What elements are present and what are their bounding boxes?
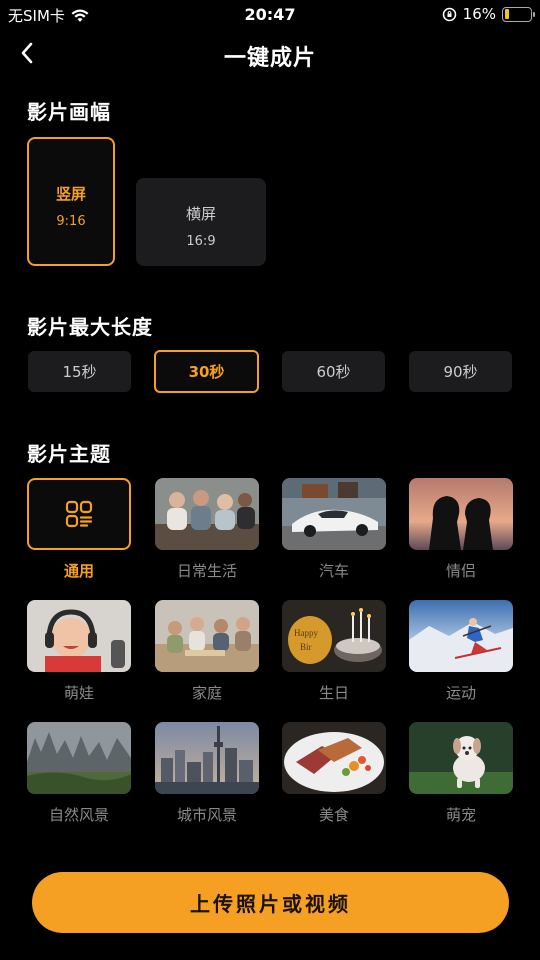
theme-label: 生日 [318,684,349,702]
svg-text:Happy: Happy [294,628,318,638]
theme-label: 家庭 [191,684,222,702]
template-grid-icon [65,500,93,528]
svg-text:Bir: Bir [300,642,312,652]
theme-thumb-birthday: Happy Bir [282,600,386,672]
theme-thumb-pets [409,722,513,794]
aspect-label: 横屏 [185,205,216,223]
theme-label: 萌娃 [63,684,94,702]
theme-section-title: 影片主题 [27,442,111,466]
aspect-ratio: 16:9 [186,234,216,249]
theme-thumb [27,478,131,550]
theme-thumb-car [282,478,386,550]
duration-option-90[interactable]: 90秒 [409,351,512,392]
duration-option-30[interactable]: 30秒 [154,350,259,393]
aspect-label: 竖屏 [55,185,86,203]
theme-thumb-city [155,722,259,794]
battery-icon [502,6,535,22]
theme-sports[interactable]: 运动 [409,600,513,703]
nav-bar: 一键成片 [0,30,540,76]
aspect-ratio: 9:16 [56,214,86,229]
theme-family[interactable]: 家庭 [155,600,259,703]
theme-couple[interactable]: 情侣 [409,478,513,581]
duration-section-title: 影片最大长度 [27,315,153,339]
aspect-section-title: 影片画幅 [27,100,111,124]
aspect-option-portrait[interactable]: 竖屏 9:16 [27,137,115,266]
battery-percent: 16% [462,5,496,23]
theme-label: 通用 [63,562,94,580]
theme-thumb-food [282,722,386,794]
theme-label: 运动 [445,684,476,702]
duration-option-60[interactable]: 60秒 [282,351,385,392]
theme-thumb-daily-life [155,478,259,550]
theme-thumb-family [155,600,259,672]
status-right: 16% [442,5,535,23]
page-title: 一键成片 [223,46,316,71]
battery-level [504,9,509,19]
theme-birthday[interactable]: Happy Bir 生日 [282,600,386,703]
upload-media-button[interactable]: 上传照片或视频 [32,872,509,933]
theme-thumb-sports [409,600,513,672]
theme-city-scenery[interactable]: 城市风景 [155,722,259,825]
theme-label: 情侣 [445,562,476,580]
theme-thumb-baby [27,600,131,672]
theme-label: 美食 [318,806,349,824]
theme-food[interactable]: 美食 [282,722,386,825]
orientation-lock-icon [442,7,456,21]
theme-label: 日常生活 [176,562,237,580]
theme-car[interactable]: 汽车 [282,478,386,581]
aspect-option-landscape[interactable]: 横屏 16:9 [136,178,266,266]
theme-general[interactable]: 通用 [27,478,131,581]
theme-label: 自然风景 [48,806,109,824]
theme-label: 萌宠 [445,806,476,824]
theme-thumb-couple [409,478,513,550]
theme-nature-scenery[interactable]: 自然风景 [27,722,131,825]
theme-pets[interactable]: 萌宠 [409,722,513,825]
theme-daily-life[interactable]: 日常生活 [155,478,259,581]
theme-baby[interactable]: 萌娃 [27,600,131,703]
theme-label: 城市风景 [176,806,237,824]
theme-thumb-nature [27,722,131,794]
theme-label: 汽车 [318,562,349,580]
status-bar: 无SIM卡 20:47 16% [0,0,540,28]
duration-option-15[interactable]: 15秒 [28,351,131,392]
